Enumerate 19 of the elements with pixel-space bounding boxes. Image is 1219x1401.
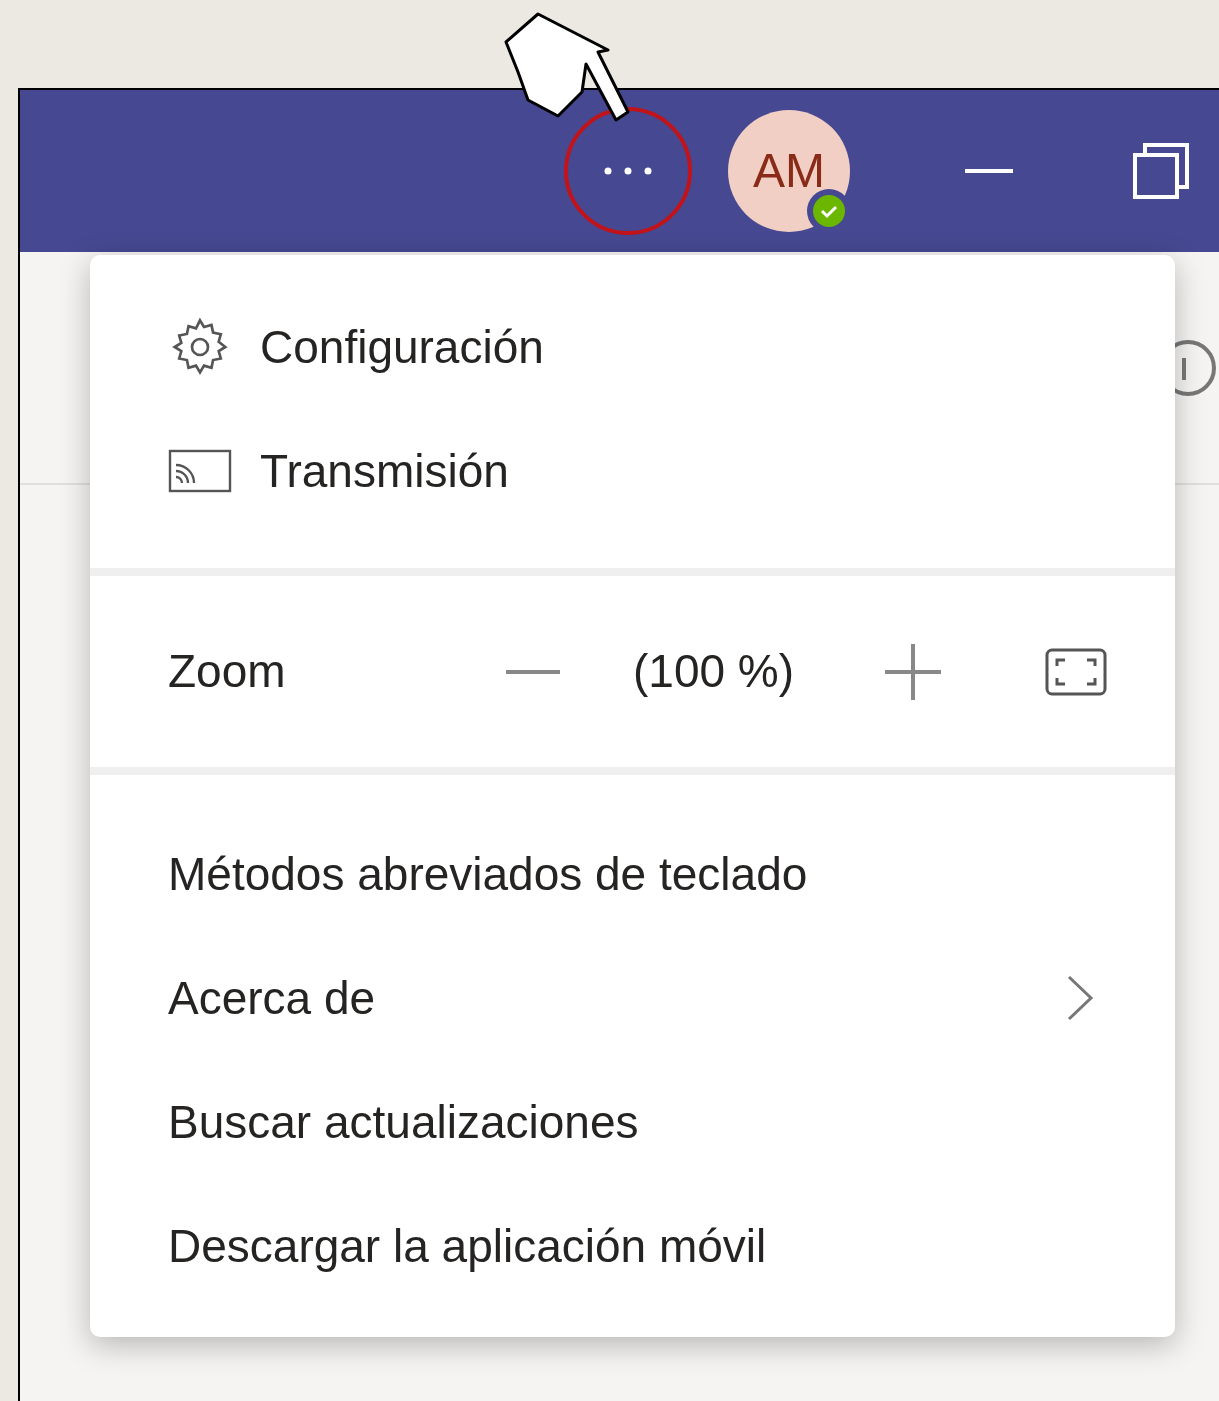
fullscreen-icon	[1045, 647, 1107, 696]
cast-icon	[168, 447, 232, 495]
zoom-in-button[interactable]	[885, 643, 941, 700]
menu-item[interactable]: Métodos abreviados de teclado	[90, 812, 1175, 936]
menu-item[interactable]: Transmisión	[90, 409, 1175, 533]
restore-icon	[1133, 143, 1189, 199]
menu-item[interactable]: Configuración	[90, 285, 1175, 409]
more-icon	[604, 167, 652, 175]
fullscreen-button[interactable]	[1045, 646, 1107, 697]
avatar[interactable]: AM	[728, 110, 850, 232]
minus-icon	[506, 669, 560, 674]
restore-button[interactable]	[1133, 143, 1189, 199]
zoom-reading: (100 %)	[633, 644, 796, 699]
plus-icon	[885, 643, 941, 700]
menu-item[interactable]: Descargar la aplicación móvil	[90, 1184, 1175, 1308]
minimize-icon	[965, 169, 1013, 173]
zoom-label: Zoom	[168, 644, 287, 699]
menu-item[interactable]: Acerca de	[90, 936, 1175, 1060]
menu-item[interactable]: Buscar actualizaciones	[90, 1060, 1175, 1184]
